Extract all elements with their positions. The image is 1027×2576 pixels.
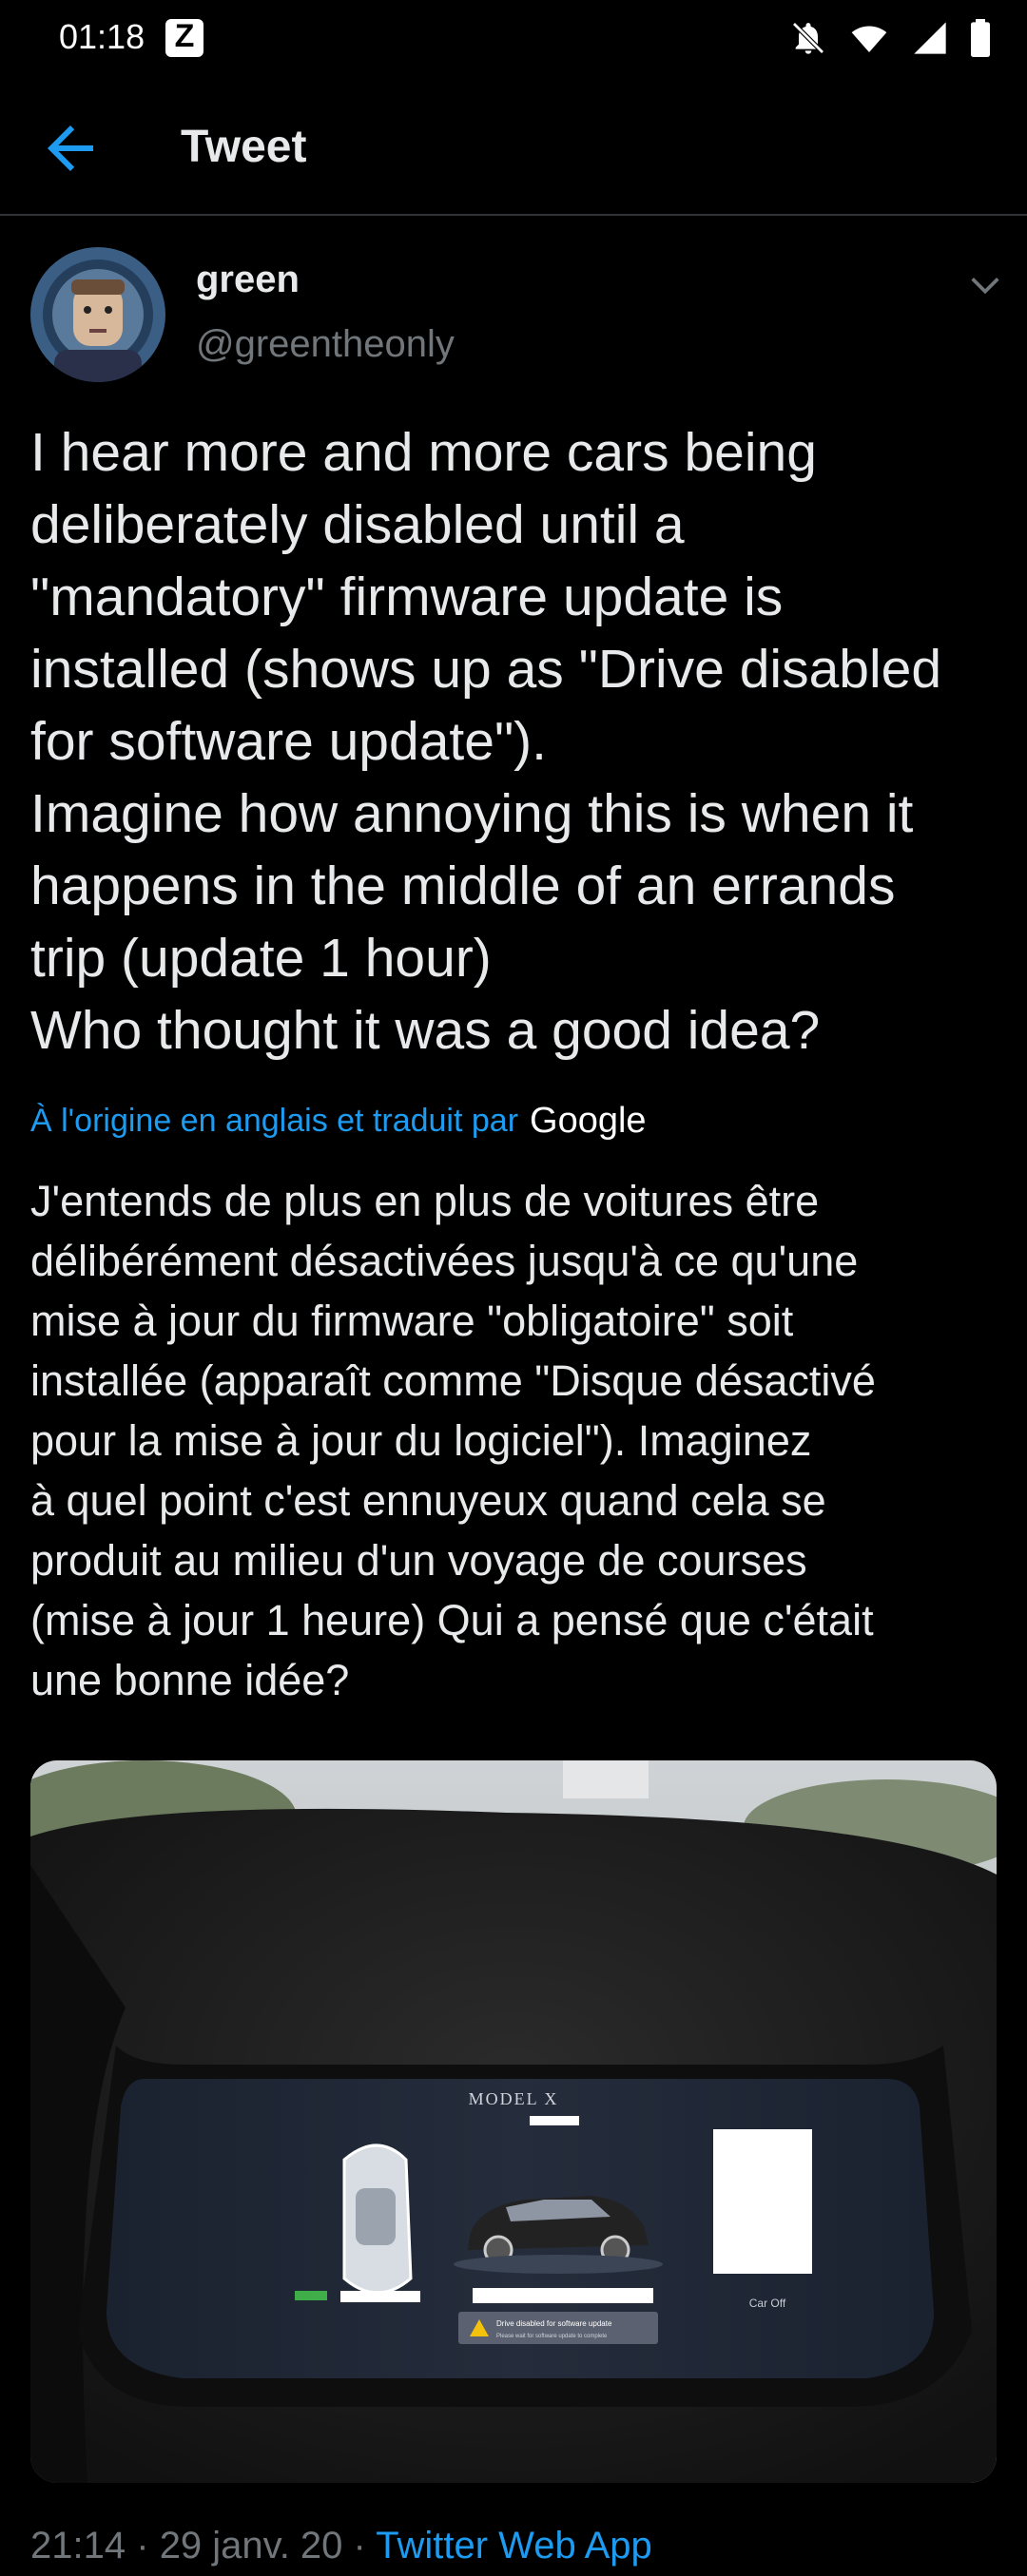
author-name[interactable]: green: [196, 259, 300, 301]
notification-app-icon: Z: [165, 18, 203, 57]
tweet-text: I hear more and more cars being delibera…: [30, 422, 942, 1061]
avatar[interactable]: [30, 247, 165, 382]
top-app-bar: Tweet: [0, 76, 1027, 216]
do-not-disturb-icon: [792, 22, 824, 54]
screen-title: MODEL X: [469, 2089, 559, 2108]
tweet-meta: 21:14 · 29 janv. 20 · Twitter Web App: [30, 2525, 652, 2567]
translation-label[interactable]: À l'origine en anglais et traduit par: [30, 1103, 518, 1140]
translated-text: J'entends de plus en plus de voitures êt…: [30, 1177, 876, 1704]
chevron-down-icon[interactable]: [966, 266, 1004, 304]
battery-icon: [971, 19, 990, 57]
cellular-signal-icon: [914, 22, 946, 54]
google-logo: Google: [530, 1101, 647, 1141]
status-bar: 01:18 Z: [0, 0, 1027, 76]
author-handle[interactable]: @greentheonly: [196, 323, 455, 366]
page-title: Tweet: [181, 122, 307, 172]
status-icons: [789, 19, 991, 57]
alert-line-1: Drive disabled for software update: [496, 2319, 612, 2328]
tweet-date: 29 janv. 20: [159, 2525, 343, 2566]
tweet-image[interactable]: MODEL X Car Off Drive disabled for softw…: [30, 1760, 997, 2483]
alert-line-2: Please wait for software update to compl…: [496, 2334, 608, 2339]
tweet-source-link[interactable]: Twitter Web App: [376, 2525, 652, 2566]
wifi-icon: [851, 26, 887, 52]
tweet-time: 21:14: [30, 2525, 126, 2566]
translation-attribution: À l'origine en anglais et traduit par Go…: [30, 1101, 647, 1142]
back-arrow-icon[interactable]: [36, 114, 105, 183]
car-off-label: Car Off: [749, 2297, 786, 2310]
status-time: 01:18: [59, 17, 145, 56]
meta-separator: ·: [353, 2525, 366, 2566]
meta-separator: ·: [136, 2525, 149, 2566]
